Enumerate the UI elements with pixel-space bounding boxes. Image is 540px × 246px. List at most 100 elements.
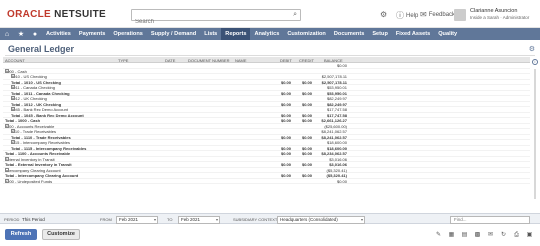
nav-item-lists[interactable]: Lists xyxy=(200,28,221,40)
netsuite-logo[interactable]: ORACLE NETSUITE xyxy=(7,9,106,20)
logo-netsuite-text: NETSUITE xyxy=(51,9,106,20)
pdf-export-icon[interactable]: ▩ xyxy=(473,231,482,239)
from-select[interactable]: Feb 2021 ▾ xyxy=(116,215,158,224)
collapse-icon[interactable]: − xyxy=(11,74,15,78)
email-icon[interactable]: ✉ xyxy=(486,231,495,239)
people-icon[interactable]: ● xyxy=(28,31,42,38)
debit-cell: $0.00 xyxy=(280,112,291,118)
edit-icon[interactable]: ✎ xyxy=(434,231,443,239)
col-document-number[interactable]: DOCUMENT NUMBER xyxy=(188,58,229,63)
account-cell[interactable]: −1045 - Bank Rec Demo Account xyxy=(11,107,68,112)
gear-icon[interactable]: ⚙ xyxy=(529,45,535,53)
account-cell[interactable]: −1110 - Trade Receivables xyxy=(11,129,56,134)
collapse-icon[interactable]: − xyxy=(5,68,9,73)
collapse-icon[interactable]: − xyxy=(11,85,15,89)
customize-button[interactable]: Customize xyxy=(42,229,80,240)
col-debit[interactable]: DEBIT xyxy=(280,58,292,63)
collapse-icon[interactable]: − xyxy=(11,96,15,100)
nav-item-activities[interactable]: Activities xyxy=(42,28,75,40)
account-cell[interactable]: −1100 - Accounts Receivable xyxy=(5,123,54,129)
balance-cell: $0.00 xyxy=(336,178,347,184)
collapse-icon[interactable]: − xyxy=(11,107,15,111)
credit-cell: $0.00 xyxy=(301,101,312,107)
account-cell[interactable]: Total - 1115 - Intercompany Receivables xyxy=(11,146,86,151)
nav-item-fixed-assets[interactable]: Fixed Assets xyxy=(392,28,434,40)
debit-cell: $0.00 xyxy=(280,118,291,123)
refresh-button[interactable]: Refresh xyxy=(5,229,37,240)
col-account[interactable]: ACCOUNT xyxy=(5,58,25,63)
subsidiary-label: SUBSIDIARY CONTEXT xyxy=(233,217,278,222)
search-icon[interactable]: ⌕ xyxy=(293,11,297,19)
nav-item-customization[interactable]: Customization xyxy=(283,28,330,40)
account-cell[interactable]: Total - 1000 - Cash xyxy=(5,118,40,123)
csv-export-icon[interactable]: ▤ xyxy=(460,231,469,239)
nav-item-supply-demand[interactable]: Supply / Demand xyxy=(147,28,200,40)
subsidiary-select[interactable]: Headquarters (Consolidated) ▾ xyxy=(277,215,365,224)
help-link[interactable]: ⓘ Help xyxy=(396,10,418,21)
debit-cell: $0.00 xyxy=(280,151,291,156)
info-icon[interactable]: i xyxy=(532,59,538,65)
recent-records-icon[interactable]: ⚙ xyxy=(380,10,387,19)
collapse-icon[interactable]: − xyxy=(11,140,15,144)
vertical-scrollbar[interactable] xyxy=(534,69,536,199)
debit-cell: $0.00 xyxy=(280,173,291,178)
account-cell[interactable]: Total - 1100 - Accounts Receivable xyxy=(5,151,70,156)
table-row[interactable]: −1200 - Undeposited Funds $0.00 xyxy=(3,178,530,184)
nav-item-payments[interactable]: Payments xyxy=(75,28,109,40)
account-cell[interactable]: Total - 1011 - Canada Checking xyxy=(11,91,70,96)
collapse-icon[interactable]: − xyxy=(5,178,9,183)
col-name[interactable]: NAME xyxy=(235,58,247,63)
nav-item-documents[interactable]: Documents xyxy=(330,28,368,40)
debit-cell: $0.00 xyxy=(280,162,291,167)
collapse-icon[interactable]: − xyxy=(11,129,15,133)
search-input[interactable] xyxy=(132,17,282,27)
collapse-icon[interactable]: − xyxy=(5,167,9,172)
account-cell[interactable]: Total - 1010 - US Checking xyxy=(11,80,61,85)
expand-icon[interactable]: ▣ xyxy=(525,231,534,239)
col-balance[interactable]: BALANCE xyxy=(324,58,343,63)
account-cell[interactable]: −1115 - Intercompany Receivables xyxy=(11,140,70,145)
refresh-icon[interactable]: ↻ xyxy=(499,231,508,239)
nav-item-analytics[interactable]: Analytics xyxy=(250,28,283,40)
user-role: Inside a Sarah · Administrator xyxy=(470,15,530,20)
period-value[interactable]: This Period xyxy=(22,216,45,223)
account-cell[interactable]: −1010 - US Checking xyxy=(11,74,47,79)
excel-export-icon[interactable]: ▦ xyxy=(447,231,456,239)
nav-item-quality[interactable]: Quality xyxy=(434,28,461,40)
collapse-icon[interactable]: − xyxy=(5,156,9,161)
account-cell[interactable]: − Intercompany Clearing Account xyxy=(5,167,61,173)
account-cell[interactable]: −1012 - UK Checking xyxy=(11,96,47,101)
nav-item-reports[interactable]: Reports xyxy=(221,28,251,40)
account-cell[interactable]: Total - 1045 - Bank Rec Demo Account xyxy=(11,113,84,118)
account-cell[interactable]: − External Inventory in Transit xyxy=(5,156,55,162)
global-search[interactable]: ⌕ xyxy=(131,9,301,27)
user-menu[interactable]: Clarianne Asuncion Inside a Sarah · Admi… xyxy=(454,6,538,24)
account-label: Intercompany Clearing Account xyxy=(5,167,61,173)
account-cell[interactable]: Total - External Inventory in Transit xyxy=(5,162,72,167)
collapse-icon[interactable]: − xyxy=(5,123,9,128)
star-icon[interactable]: ★ xyxy=(14,30,28,38)
credit-cell: $0.00 xyxy=(301,134,312,140)
credit-cell: $0.00 xyxy=(301,145,312,151)
col-date[interactable]: DATE xyxy=(165,58,175,63)
credit-cell: $0.00 xyxy=(301,79,312,85)
account-cell[interactable]: −1000 - Cash xyxy=(5,68,27,74)
debit-cell: $0.00 xyxy=(280,101,291,107)
account-cell[interactable]: −1011 - Canada Checking xyxy=(11,85,55,90)
nav-item-setup[interactable]: Setup xyxy=(368,28,392,40)
balance-cell: ($25,600.00) xyxy=(324,123,347,129)
print-icon[interactable]: ⎙ xyxy=(512,231,521,239)
side-tools: i xyxy=(531,57,539,207)
find-input[interactable]: Find... xyxy=(450,215,530,224)
account-cell[interactable]: Total - Intercompany Clearing Account xyxy=(5,173,78,178)
feedback-link[interactable]: ✉ Feedback xyxy=(420,10,455,19)
account-cell[interactable]: Total - 1012 - UK Checking xyxy=(11,102,61,107)
col-credit[interactable]: CREDIT xyxy=(299,58,314,63)
debit-cell: $0.00 xyxy=(280,134,291,140)
col-type[interactable]: TYPE xyxy=(118,58,128,63)
account-cell[interactable]: −1200 - Undeposited Funds xyxy=(5,178,52,184)
home-icon[interactable]: ⌂ xyxy=(0,31,14,38)
account-cell[interactable]: Total - 1110 - Trade Receivables xyxy=(11,135,71,140)
nav-item-operations[interactable]: Operations xyxy=(109,28,147,40)
to-select[interactable]: Feb 2021 ▾ xyxy=(178,215,220,224)
